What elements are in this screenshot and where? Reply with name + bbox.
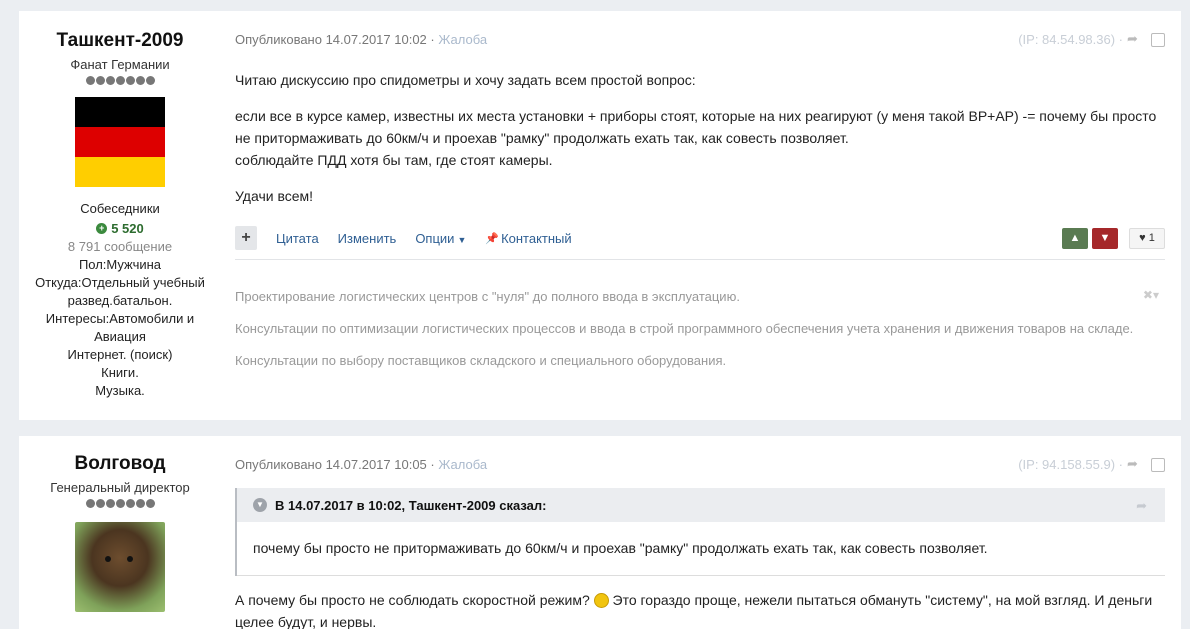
- rank-pip: [115, 499, 125, 508]
- rank-pip: [115, 76, 125, 85]
- edit-button[interactable]: Изменить: [338, 231, 397, 246]
- rank-pip: [95, 499, 105, 508]
- post-actions: + Цитата Изменить Опции ▼ 📌 Контактный ▲ …: [235, 226, 1165, 250]
- select-checkbox[interactable]: [1151, 458, 1165, 472]
- avatar-dog[interactable]: [75, 522, 165, 612]
- author-panel: Волговод Генеральный директор: [19, 436, 221, 612]
- quote-block: ▼ В 14.07.2017 в 10:02, Ташкент-2009 ска…: [235, 488, 1165, 576]
- multiquote-button[interactable]: +: [235, 226, 257, 250]
- post: Ташкент-2009 Фанат Германии Собеседники …: [19, 11, 1181, 420]
- post-content: Читаю дискуссию про спидометры и хочу за…: [235, 69, 1165, 221]
- signature: Проектирование логистических центров с "…: [235, 288, 1165, 384]
- ip-address: (IP: 94.158.55.9) ·: [1018, 457, 1123, 472]
- reputation: +5 520: [96, 220, 144, 238]
- author-name[interactable]: Ташкент-2009: [19, 30, 221, 52]
- rank-pip: [145, 76, 155, 85]
- select-checkbox[interactable]: [1151, 33, 1165, 47]
- rank-pip: [145, 499, 155, 508]
- quote-text: почему бы просто не притормаживать до 60…: [237, 522, 1165, 576]
- author-gender: Пол:Мужчина: [78, 256, 162, 272]
- rank-pips: [19, 499, 221, 508]
- rank-pip: [105, 499, 115, 508]
- post-date: Опубликовано 14.07.2017 10:05 ·: [235, 457, 435, 472]
- author-interests-cont: Авиация: [94, 328, 146, 344]
- share-icon[interactable]: ➦: [1127, 31, 1141, 46]
- post-text: Это гораздо проще, нежели пытаться обман…: [612, 592, 1153, 608]
- rank-pip: [125, 76, 135, 85]
- signature-line: Консультации по выбору поставщиков склад…: [235, 353, 727, 368]
- downvote-button[interactable]: ▼: [1092, 228, 1118, 249]
- post-meta: Опубликовано 14.07.2017 10:05 · Жалоба: [235, 457, 487, 472]
- rank-pip: [135, 499, 145, 508]
- caret-down-icon: ▼: [457, 234, 467, 245]
- post-paragraph: Удачи всем!: [235, 188, 314, 204]
- post-date: Опубликовано 14.07.2017 10:02 ·: [235, 32, 435, 47]
- author-title: Фанат Германии: [70, 57, 170, 72]
- chevron-down-icon[interactable]: ▼: [253, 498, 267, 512]
- author-panel: Ташкент-2009 Фанат Германии Собеседники …: [19, 11, 221, 400]
- options-button[interactable]: Опции ▼: [415, 231, 466, 246]
- post-body: Опубликовано 14.07.2017 10:02 · Жалоба (…: [235, 11, 1165, 420]
- rank-pip: [135, 76, 145, 85]
- post: Волговод Генеральный директор Опубликова…: [19, 436, 1181, 629]
- contact-button[interactable]: Контактный: [501, 231, 572, 246]
- ip-address: (IP: 84.54.98.36) ·: [1018, 32, 1123, 47]
- report-link[interactable]: Жалоба: [438, 457, 487, 472]
- post-text: целее будут, и нервы.: [235, 614, 377, 629]
- post-text: А почему бы просто не соблюдать скоростн…: [235, 592, 590, 608]
- quote-citation: В 14.07.2017 в 10:02, Ташкент-2009 сказа…: [275, 497, 547, 513]
- author-name[interactable]: Волговод: [19, 453, 221, 475]
- rank-pips: [19, 76, 221, 85]
- smiley-icon: [593, 593, 609, 608]
- post-count: 8 791 сообщение: [67, 238, 173, 254]
- author-interests-cont: Интернет. (поиск): [67, 346, 173, 362]
- author-interests-cont: Музыка.: [95, 382, 145, 398]
- author-location-cont: развед.батальон.: [67, 292, 173, 308]
- plus-icon: +: [96, 223, 108, 234]
- share-icon[interactable]: ➦: [1127, 456, 1141, 471]
- share-icon[interactable]: ➦: [1136, 498, 1147, 514]
- post-meta: Опубликовано 14.07.2017 10:02 · Жалоба: [235, 32, 487, 47]
- report-link[interactable]: Жалоба: [438, 32, 487, 47]
- upvote-button[interactable]: ▲: [1062, 228, 1088, 249]
- signature-line: Проектирование логистических центров с "…: [235, 289, 740, 304]
- post-paragraph: Читаю дискуссию про спидометры и хочу за…: [235, 72, 696, 88]
- rank-pip: [105, 76, 115, 85]
- author-interests-cont: Книги.: [101, 364, 139, 380]
- avatar-germany-flag[interactable]: [75, 97, 165, 187]
- author-location: Откуда:Отдельный учебный: [35, 274, 205, 290]
- heart-icon: ♥: [1139, 232, 1146, 244]
- rank-pip: [95, 76, 105, 85]
- like-count[interactable]: ♥ 1: [1129, 228, 1165, 249]
- rank-pip: [85, 499, 95, 508]
- rank-pip: [85, 76, 95, 85]
- quote-header: ▼ В 14.07.2017 в 10:02, Ташкент-2009 ска…: [237, 488, 1165, 522]
- signature-divider: [235, 259, 1165, 260]
- rank-pip: [125, 499, 135, 508]
- vote-buttons: ▲ ▼: [1062, 228, 1118, 249]
- post-paragraph: если все в курсе камер, известны их мест…: [235, 108, 1157, 168]
- post-content: А почему бы просто не соблюдать скоростн…: [235, 589, 1165, 629]
- author-interests: Интересы:Автомобили и: [45, 310, 195, 326]
- post-body: Опубликовано 14.07.2017 10:05 · Жалоба (…: [235, 436, 1165, 629]
- author-info: Собеседники +5 520 8 791 сообщение Пол:М…: [19, 200, 221, 400]
- pin-icon: 📌: [485, 232, 500, 245]
- author-group: Собеседники: [80, 201, 160, 216]
- quote-button[interactable]: Цитата: [276, 231, 319, 246]
- author-title: Генеральный директор: [50, 480, 190, 495]
- signature-line: Консультации по оптимизации логистически…: [235, 321, 1134, 336]
